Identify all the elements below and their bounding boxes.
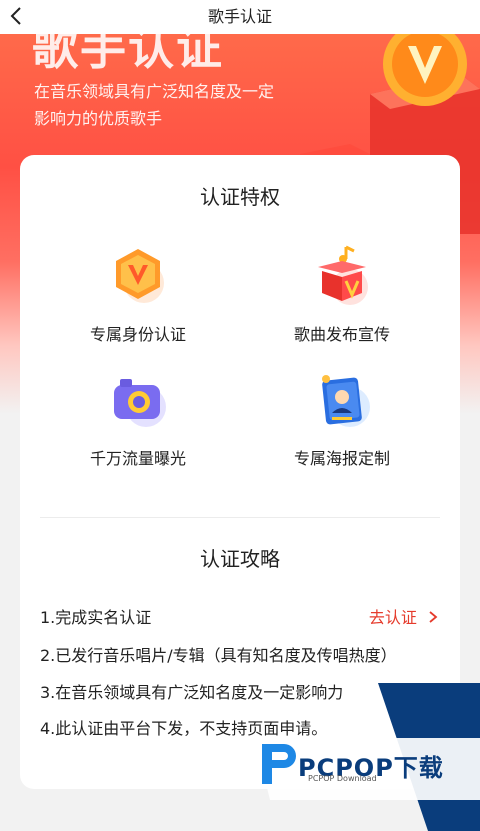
guide-step-3: 3.在音乐领域具有广泛知名度及一定影响力: [40, 683, 344, 702]
privileges-title: 认证特权: [200, 185, 280, 209]
guide-step-1: 1.完成实名认证: [40, 608, 152, 627]
gift-box-icon: [318, 245, 368, 305]
poster-icon: [322, 375, 370, 427]
divider: [40, 517, 440, 518]
pcpop-logo-icon: [262, 744, 296, 784]
chevron-right-icon: [429, 611, 438, 623]
go-certify-label: 去认证: [368, 608, 417, 627]
watermark-sub: PCPOP Download: [308, 774, 377, 783]
page-title: 歌手认证: [207, 7, 272, 26]
privilege-label: 专属身份认证: [89, 325, 186, 344]
privilege-poster: 专属海报定制: [242, 367, 442, 469]
top-bar: 歌手认证: [0, 0, 480, 34]
guide-step-2: 2.已发行音乐唱片/专辑（具有知名度及传唱热度）: [40, 646, 397, 665]
privilege-label: 歌曲发布宣传: [293, 325, 390, 344]
guide-title: 认证攻略: [200, 547, 280, 571]
privilege-label: 专属海报定制: [293, 449, 390, 468]
privilege-identity: 专属身份认证: [38, 243, 238, 345]
camera-icon: [114, 379, 166, 427]
certification-card: 认证特权 专属身份认证 歌曲发布宣传 千万流量曝光 专属海报定制 认证攻略 1.…: [20, 155, 460, 789]
guide-step-4: 4.此认证由平台下发，不支持页面申请。: [40, 719, 328, 738]
privilege-exposure: 千万流量曝光: [38, 367, 238, 469]
privilege-label: 千万流量曝光: [89, 449, 186, 468]
v-badge-icon: [116, 249, 164, 303]
hero-big-title: 歌手认证: [32, 34, 224, 75]
privilege-promotion: 歌曲发布宣传: [242, 243, 442, 345]
go-certify-link[interactable]: 去认证: [369, 604, 440, 628]
hero-description: 在音乐领域具有广泛知名度及一定影响力的优质歌手: [34, 82, 275, 128]
